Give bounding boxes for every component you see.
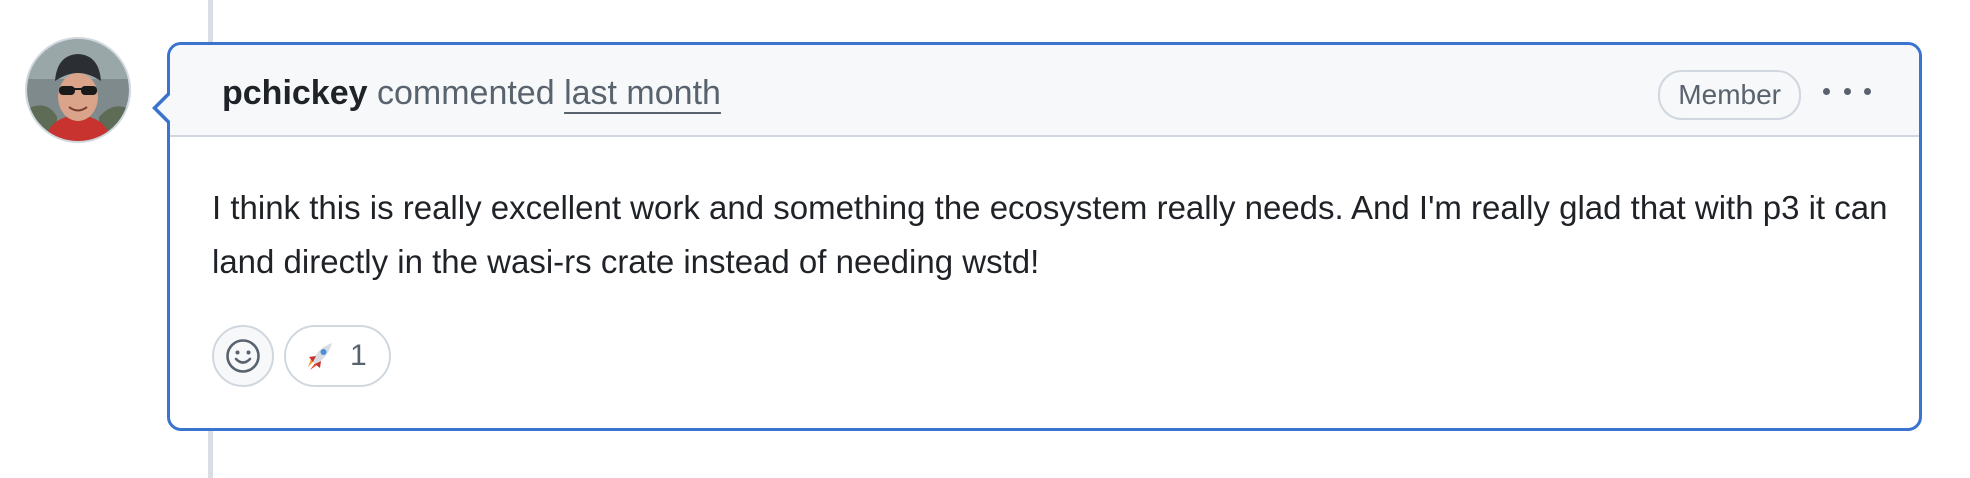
comment-card: pchickey commented last month Member I t… <box>152 42 1922 431</box>
avatar[interactable] <box>27 39 129 141</box>
comment-meta: pchickey commented last month <box>222 73 721 113</box>
add-reaction-button[interactable] <box>212 325 274 387</box>
kebab-horizontal-icon <box>1823 87 1830 95</box>
rocket-icon <box>308 343 332 370</box>
reactions-bar: 1 <box>212 325 391 387</box>
avatar-image <box>27 39 129 141</box>
timestamp-link[interactable]: last month <box>564 74 721 112</box>
timeline: pchickey commented last month Member I t… <box>0 0 1970 478</box>
reaction-count: 1 <box>350 339 367 372</box>
role-badge: Member <box>1658 70 1801 120</box>
comment-header: pchickey commented last month Member <box>170 45 1919 137</box>
comment-body: I think this is really excellent work an… <box>212 189 1888 280</box>
reaction-rocket-button[interactable]: 1 <box>284 325 391 387</box>
author-link[interactable]: pchickey <box>222 74 368 112</box>
smiley-icon <box>226 339 260 373</box>
comment-action: commented <box>376 74 555 112</box>
comment-options-button[interactable] <box>1823 73 1871 109</box>
